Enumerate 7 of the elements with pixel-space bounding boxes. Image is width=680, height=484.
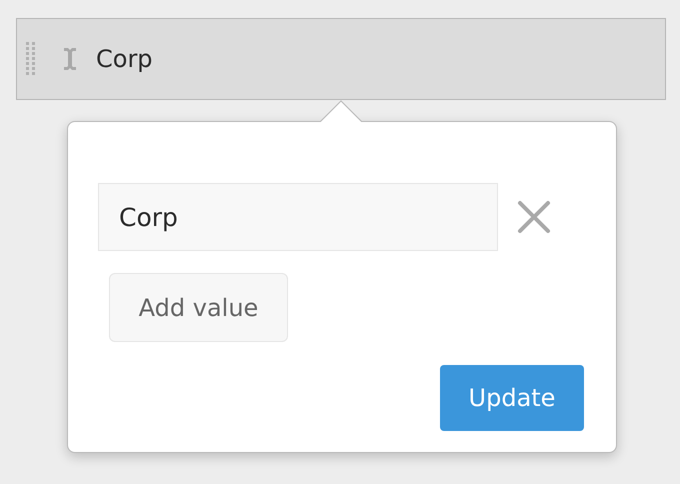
filter-label: Corp: [96, 44, 153, 75]
text-cursor-icon: [63, 46, 77, 72]
close-icon[interactable]: [517, 200, 551, 234]
filter-pill[interactable]: Corp: [16, 18, 666, 100]
value-input-field[interactable]: Corp: [98, 183, 498, 251]
add-value-button[interactable]: Add value: [109, 273, 288, 342]
drag-handle-icon[interactable]: [25, 41, 37, 77]
